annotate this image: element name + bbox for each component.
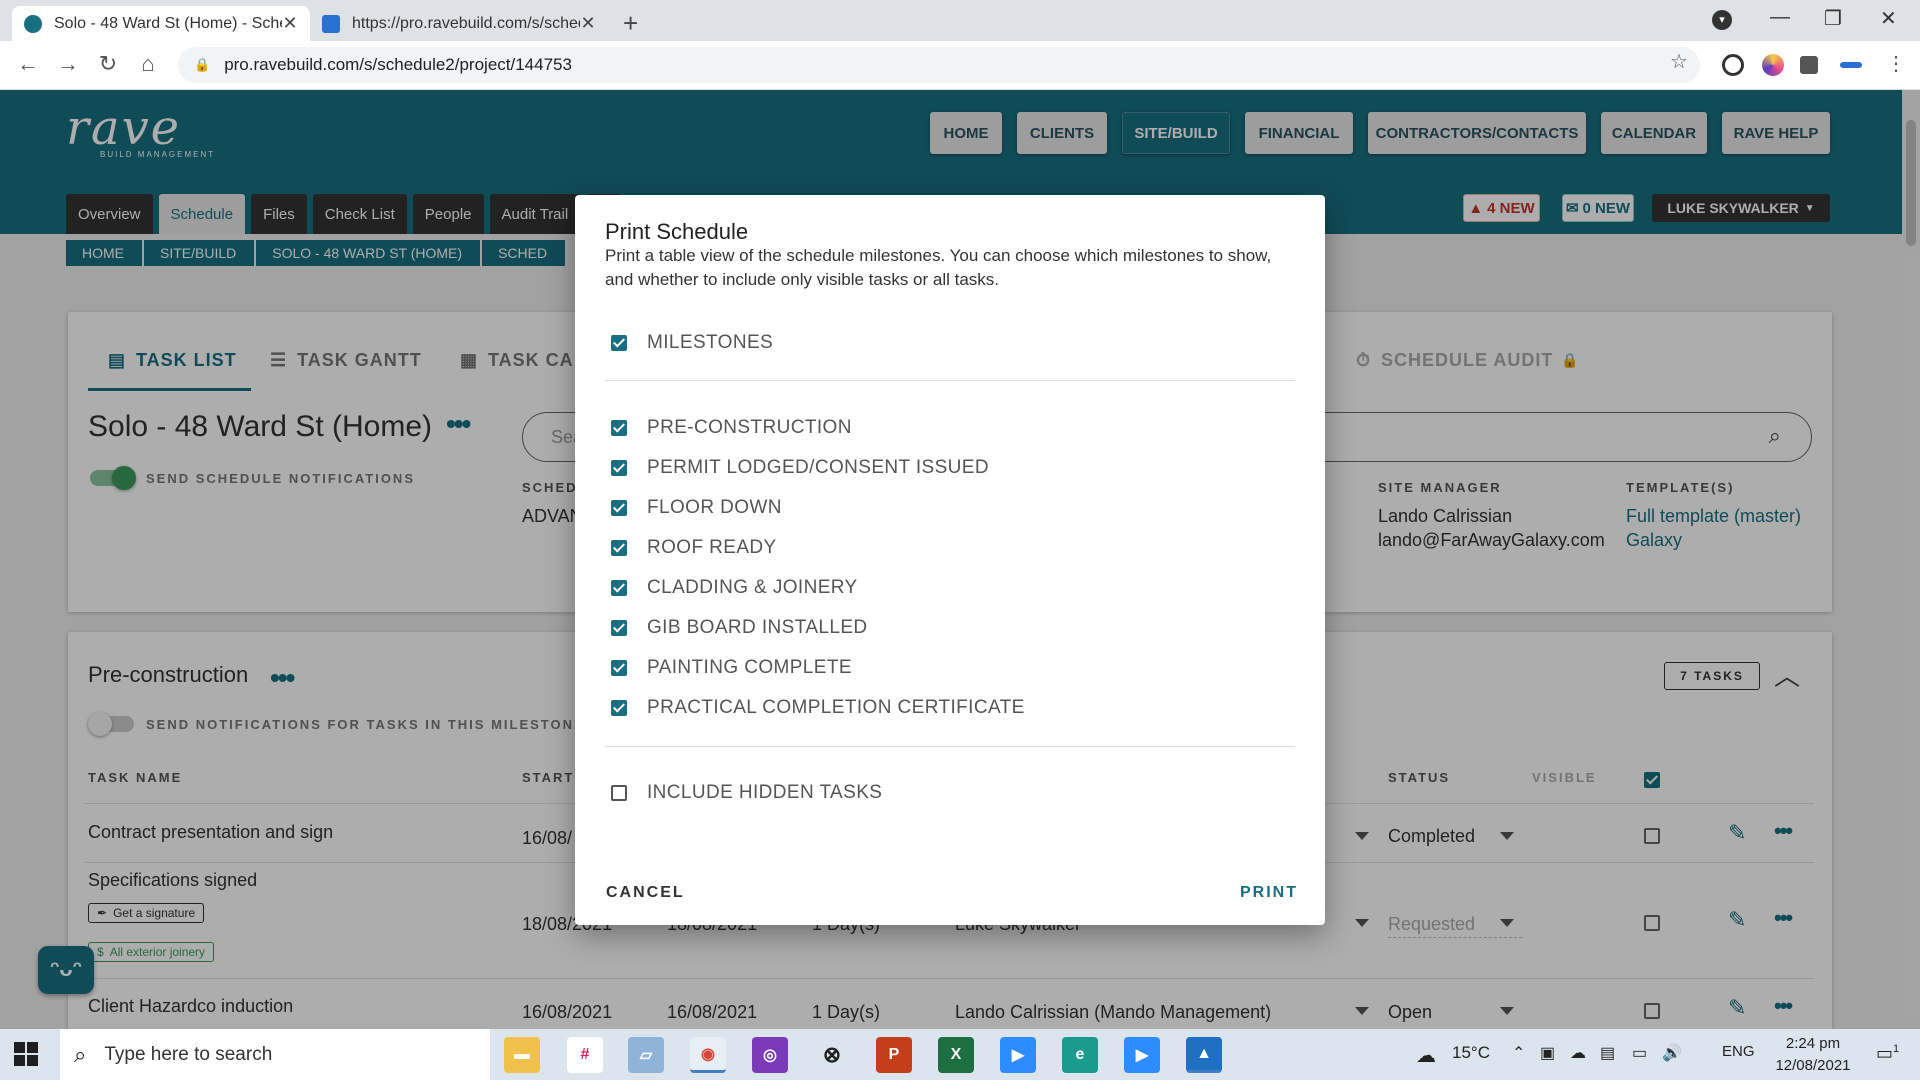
chrome-icon[interactable]: ◉ bbox=[690, 1037, 726, 1073]
cancel-button[interactable]: CANCEL bbox=[606, 884, 685, 902]
tab-search-icon[interactable]: ▾ bbox=[1712, 10, 1732, 30]
rave-favicon-icon bbox=[24, 14, 42, 33]
speaker-icon[interactable]: 🔊 bbox=[1662, 1043, 1682, 1063]
milestone-option[interactable]: PRACTICAL COMPLETION CERTIFICATE bbox=[611, 697, 1025, 719]
back-icon[interactable]: ← bbox=[14, 51, 42, 77]
checkbox-checked[interactable] bbox=[611, 335, 627, 351]
checkbox-checked[interactable] bbox=[611, 500, 627, 516]
print-schedule-dialog: Print Schedule Print a table view of the… bbox=[575, 195, 1325, 925]
checkbox-checked[interactable] bbox=[611, 580, 627, 596]
browser-menu-icon[interactable]: ⋮ bbox=[1886, 51, 1906, 76]
milestones-select-all[interactable]: MILESTONES bbox=[611, 332, 773, 354]
app-icon[interactable]: ◎ bbox=[752, 1037, 788, 1073]
dialog-divider bbox=[605, 746, 1295, 747]
address-bar[interactable]: 🔒 pro.ravebuild.com/s/schedule2/project/… bbox=[178, 47, 1700, 83]
checkbox-checked[interactable] bbox=[611, 660, 627, 676]
browser-tab-bar: Solo - 48 Ward St (Home) - Schedule ✕ ht… bbox=[0, 0, 1920, 41]
milestone-option[interactable]: PRE-CONSTRUCTION bbox=[611, 417, 852, 439]
checkbox-label: CLADDING & JOINERY bbox=[647, 577, 858, 598]
checkbox-label: PRACTICAL COMPLETION CERTIFICATE bbox=[647, 697, 1025, 718]
photos-icon[interactable]: ▲ bbox=[1186, 1037, 1222, 1073]
checkbox-label: PAINTING COMPLETE bbox=[647, 657, 852, 678]
weather-icon[interactable]: ☁ bbox=[1416, 1043, 1436, 1068]
checkbox-label: PERMIT LODGED/CONSENT ISSUED bbox=[647, 457, 990, 478]
print-button[interactable]: PRINT bbox=[1240, 884, 1298, 902]
windows-taskbar: ⌕ Type here to search ▬ # ▱ ◉ ◎ ⊗ P X ▶ … bbox=[0, 1029, 1920, 1080]
dialog-divider bbox=[605, 380, 1295, 381]
forward-icon[interactable]: → bbox=[54, 51, 82, 77]
notification-count: 1 bbox=[1893, 1043, 1900, 1055]
network-icon[interactable]: ▤ bbox=[1600, 1043, 1615, 1063]
search-placeholder: Type here to search bbox=[104, 1043, 273, 1065]
checkbox-label: INCLUDE HIDDEN TASKS bbox=[647, 782, 883, 803]
new-tab-button[interactable]: + bbox=[623, 8, 638, 39]
checkbox-label: FLOOR DOWN bbox=[647, 497, 782, 518]
minimize-button[interactable]: — bbox=[1770, 6, 1790, 29]
bookmark-star-icon[interactable]: ☆ bbox=[1670, 49, 1688, 74]
milestone-option[interactable]: CLADDING & JOINERY bbox=[611, 577, 858, 599]
taskbar-clock[interactable]: 2:24 pm 12/08/2021 bbox=[1768, 1033, 1858, 1077]
meet-now-icon[interactable]: ▣ bbox=[1540, 1043, 1555, 1063]
checkbox-checked[interactable] bbox=[611, 540, 627, 556]
rave-favicon-icon bbox=[322, 14, 340, 33]
include-hidden-tasks-option[interactable]: INCLUDE HIDDEN TASKS bbox=[611, 782, 882, 804]
tab-title: Solo - 48 Ward St (Home) - Schedule bbox=[54, 14, 282, 32]
browser-tab-active[interactable]: Solo - 48 Ward St (Home) - Schedule ✕ bbox=[12, 6, 310, 41]
milestone-option[interactable]: FLOOR DOWN bbox=[611, 497, 782, 519]
slack-icon[interactable]: # bbox=[567, 1037, 603, 1073]
checkbox-label: MILESTONES bbox=[647, 332, 774, 353]
clock-time: 2:24 pm bbox=[1785, 1035, 1841, 1052]
dialog-title: Print Schedule bbox=[605, 219, 749, 244]
milestone-option[interactable]: PERMIT LODGED/CONSENT ISSUED bbox=[611, 457, 989, 479]
onedrive-icon[interactable]: ☁ bbox=[1570, 1043, 1586, 1063]
close-window-button[interactable]: ✕ bbox=[1880, 6, 1897, 31]
zoom-icon[interactable]: ▶ bbox=[1124, 1037, 1160, 1073]
excel-icon[interactable]: X bbox=[938, 1037, 974, 1073]
close-tab-icon[interactable]: ✕ bbox=[580, 13, 596, 34]
checkbox-checked[interactable] bbox=[611, 700, 627, 716]
tab-title: https://pro.ravebuild.com/s/schedule bbox=[352, 14, 580, 32]
milestone-option[interactable]: GIB BOARD INSTALLED bbox=[611, 617, 868, 639]
browser-tab-2[interactable]: https://pro.ravebuild.com/s/schedule ✕ bbox=[310, 6, 608, 41]
weather-temperature[interactable]: 15°C bbox=[1452, 1043, 1490, 1063]
search-icon: ⌕ bbox=[74, 1041, 87, 1067]
language-indicator[interactable]: ENG bbox=[1722, 1043, 1755, 1060]
checkbox-label: GIB BOARD INSTALLED bbox=[647, 617, 868, 638]
file-explorer-icon[interactable]: ▬ bbox=[504, 1037, 540, 1073]
checkbox-checked[interactable] bbox=[611, 420, 627, 436]
battery-icon[interactable]: ▭ bbox=[1632, 1043, 1647, 1063]
close-tab-icon[interactable]: ✕ bbox=[282, 13, 298, 34]
milestone-option[interactable]: PAINTING COMPLETE bbox=[611, 657, 852, 679]
windows-start-icon[interactable] bbox=[14, 1042, 38, 1066]
dialog-description: Print a table view of the schedule miles… bbox=[605, 246, 1272, 289]
chevron-up-icon[interactable]: ⌃ bbox=[1512, 1043, 1525, 1063]
checkbox-checked[interactable] bbox=[611, 620, 627, 636]
lock-icon: 🔒 bbox=[194, 57, 211, 72]
extension-icon[interactable] bbox=[1722, 54, 1744, 76]
browser-toolbar: ← → ↻ ⌂ 🔒 pro.ravebuild.com/s/schedule2/… bbox=[0, 41, 1920, 90]
rave-extension-icon[interactable] bbox=[1840, 62, 1862, 68]
checkbox-label: PRE-CONSTRUCTION bbox=[647, 417, 852, 438]
zoom-icon[interactable]: ▶ bbox=[1000, 1037, 1036, 1073]
powerpoint-icon[interactable]: P bbox=[876, 1037, 912, 1073]
url-text: pro.ravebuild.com/s/schedule2/project/14… bbox=[224, 55, 572, 74]
home-icon[interactable]: ⌂ bbox=[134, 51, 162, 77]
maximize-button[interactable]: ❐ bbox=[1824, 6, 1842, 31]
notification-center-icon[interactable]: ▭1 bbox=[1876, 1043, 1899, 1064]
puzzle-icon[interactable] bbox=[1800, 56, 1818, 74]
notepad-icon[interactable]: ▱ bbox=[628, 1037, 664, 1073]
edge-icon[interactable]: e bbox=[1062, 1037, 1098, 1073]
reload-icon[interactable]: ↻ bbox=[94, 51, 122, 77]
extension-icon[interactable] bbox=[1762, 54, 1784, 76]
checkbox-unchecked[interactable] bbox=[611, 785, 627, 801]
clock-date: 12/08/2021 bbox=[1775, 1057, 1851, 1074]
checkbox-label: ROOF READY bbox=[647, 537, 777, 558]
milestone-option[interactable]: ROOF READY bbox=[611, 537, 777, 559]
xbox-icon[interactable]: ⊗ bbox=[814, 1037, 850, 1073]
checkbox-checked[interactable] bbox=[611, 460, 627, 476]
taskbar-search-input[interactable]: ⌕ Type here to search bbox=[60, 1029, 490, 1080]
